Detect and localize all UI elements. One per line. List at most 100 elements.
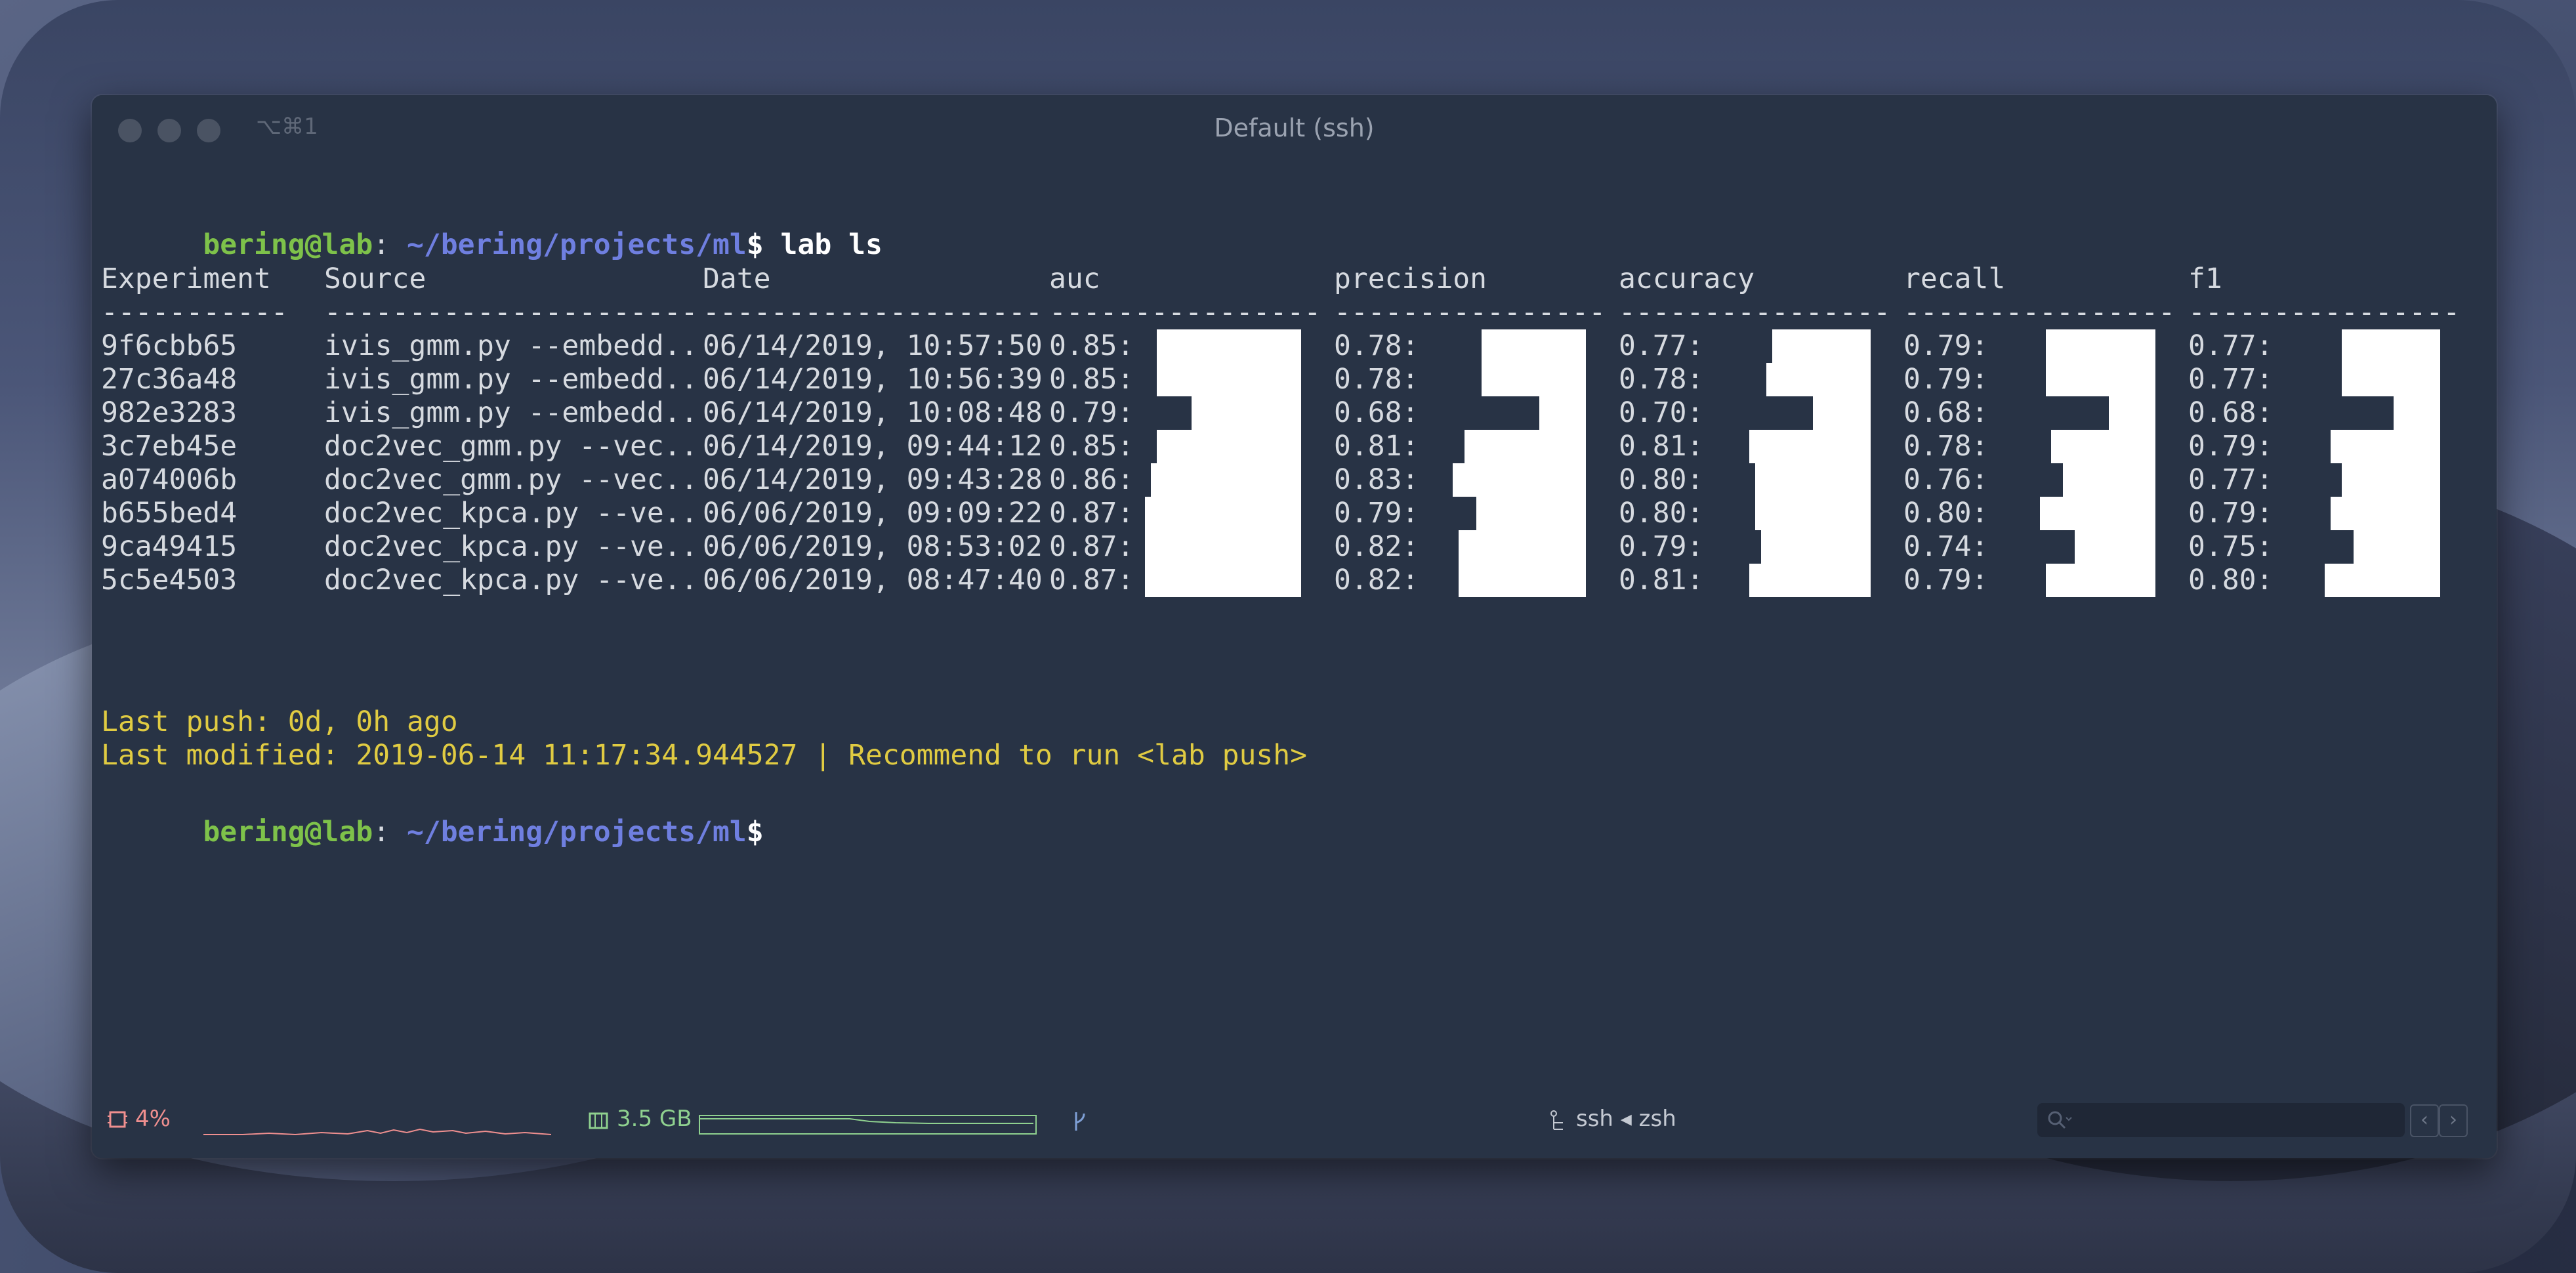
metric-bar-accuracy: [1755, 463, 1871, 497]
search-next-button[interactable]: ›: [2439, 1104, 2468, 1137]
table-cell-experiment: 9f6cbb65: [101, 329, 238, 362]
table-cell-date: 06/14/2019, 10:08:48: [703, 396, 1043, 429]
terminal-content[interactable]: bering@lab: ~/bering/projects/ml$ lab ls…: [101, 169, 2487, 1086]
metric-bar-recall: [2051, 430, 2155, 463]
git-branch-icon: [1075, 1112, 1085, 1131]
table-cell-f1: 0.77:: [2188, 363, 2274, 396]
metric-bar-precision: [1476, 497, 1586, 530]
session-label: ssh ◂ zsh: [1576, 1106, 1676, 1132]
status-bar: 4% 3.5 GB ssh ◂ zsh ‹ ›: [92, 1086, 2497, 1158]
table-cell-auc: 0.85:: [1049, 430, 1134, 463]
metric-bar-f1: [2331, 497, 2440, 530]
metric-bar-precision: [1459, 564, 1586, 597]
prompt-dollar: $: [746, 816, 764, 848]
command-text: lab ls: [763, 228, 883, 261]
column-header: Experiment: [101, 262, 271, 295]
column-header: Source: [324, 262, 426, 295]
search-previous-button[interactable]: ‹: [2410, 1104, 2439, 1137]
table-cell-f1: 0.68:: [2188, 396, 2274, 429]
table-cell-experiment: b655bed4: [101, 497, 238, 530]
metric-bar-auc: [1157, 329, 1301, 363]
column-divider: ----------------: [1334, 296, 1606, 329]
table-cell-date: 06/14/2019, 10:56:39: [703, 363, 1043, 396]
metric-bar-auc: [1192, 396, 1301, 430]
table-cell-recall: 0.79:: [1903, 564, 1989, 596]
metric-bar-recall: [2075, 530, 2155, 564]
metric-bar-precision: [1465, 430, 1586, 463]
table-cell-auc: 0.87:: [1049, 497, 1134, 530]
last-push-text: Last push: 0d, 0h ago: [101, 705, 458, 738]
prompt-path: ~/bering/projects/ml: [407, 228, 747, 261]
table-cell-accuracy: 0.77:: [1619, 329, 1704, 362]
process-tree-icon: [1550, 1110, 1563, 1130]
title-bar[interactable]: ⌥⌘1 Default (ssh): [92, 95, 2497, 167]
metric-bar-precision: [1482, 363, 1586, 396]
metric-bar-auc: [1151, 463, 1301, 497]
table-cell-source: doc2vec_gmm.py --vec..: [324, 463, 698, 496]
table-cell-date: 06/06/2019, 08:47:40: [703, 564, 1043, 596]
table-cell-accuracy: 0.81:: [1619, 564, 1704, 596]
table-cell-recall: 0.79:: [1903, 363, 1989, 396]
table-cell-auc: 0.87:: [1049, 530, 1134, 563]
table-cell-source: ivis_gmm.py --embedd..: [324, 363, 698, 396]
table-cell-source: doc2vec_gmm.py --vec..: [324, 430, 698, 463]
metric-bar-precision: [1539, 396, 1586, 430]
table-cell-accuracy: 0.78:: [1619, 363, 1704, 396]
table-cell-recall: 0.76:: [1903, 463, 1989, 496]
cpu-usage: 4%: [135, 1106, 171, 1132]
column-header: accuracy: [1619, 262, 1755, 295]
table-cell-precision: 0.68:: [1334, 396, 1419, 429]
table-cell-recall: 0.80:: [1903, 497, 1989, 530]
table-cell-experiment: 9ca49415: [101, 530, 238, 563]
prompt-line: bering@lab: ~/bering/projects/ml$: [101, 782, 764, 883]
metric-bar-accuracy: [1813, 396, 1871, 430]
column-divider: ----------------: [2188, 296, 2461, 329]
table-cell-f1: 0.79:: [2188, 430, 2274, 463]
column-divider: ----------------: [1903, 296, 2176, 329]
metric-bar-f1: [2354, 530, 2440, 564]
table-cell-date: 06/06/2019, 09:09:22: [703, 497, 1043, 530]
metric-bar-f1: [2342, 329, 2440, 363]
table-cell-precision: 0.81:: [1334, 430, 1419, 463]
table-cell-auc: 0.79:: [1049, 396, 1134, 429]
table-cell-recall: 0.78:: [1903, 430, 1989, 463]
prompt-separator: :: [373, 816, 407, 848]
table-cell-accuracy: 0.79:: [1619, 530, 1704, 563]
table-cell-precision: 0.82:: [1334, 530, 1419, 563]
window-title: Default (ssh): [1214, 114, 1375, 142]
table-cell-auc: 0.87:: [1049, 564, 1134, 596]
metric-bar-accuracy: [1772, 329, 1871, 363]
table-cell-precision: 0.78:: [1334, 363, 1419, 396]
table-cell-accuracy: 0.81:: [1619, 430, 1704, 463]
metric-bar-f1: [2331, 430, 2440, 463]
metric-bar-auc: [1145, 564, 1301, 597]
table-cell-f1: 0.80:: [2188, 564, 2274, 596]
table-cell-accuracy: 0.80:: [1619, 463, 1704, 496]
column-header: recall: [1903, 262, 2006, 295]
metric-bar-accuracy: [1749, 430, 1871, 463]
prompt-user: bering@lab: [203, 816, 373, 848]
table-cell-source: doc2vec_kpca.py --ve..: [324, 530, 698, 563]
table-cell-auc: 0.85:: [1049, 329, 1134, 362]
table-cell-source: doc2vec_kpca.py --ve..: [324, 497, 698, 530]
prompt-separator: :: [373, 228, 407, 261]
table-cell-source: ivis_gmm.py --embedd..: [324, 396, 698, 429]
last-modified-text: Last modified: 2019-06-14 11:17:34.94452…: [101, 739, 1308, 772]
metric-bar-recall: [2046, 564, 2155, 597]
column-divider: ----------------: [1049, 296, 1321, 329]
metric-bar-precision: [1482, 329, 1586, 363]
column-header: precision: [1334, 262, 1487, 295]
metric-bar-f1: [2325, 564, 2440, 597]
table-cell-experiment: 5c5e4503: [101, 564, 238, 596]
table-cell-source: doc2vec_kpca.py --ve..: [324, 564, 698, 596]
metric-bar-recall: [2046, 329, 2155, 363]
table-cell-date: 06/14/2019, 10:57:50: [703, 329, 1043, 362]
metric-bar-accuracy: [1766, 363, 1871, 396]
memory-graph: [699, 1115, 1037, 1135]
metric-bar-recall: [2046, 363, 2155, 396]
table-cell-experiment: 3c7eb45e: [101, 430, 238, 463]
prompt-path: ~/bering/projects/ml: [407, 816, 747, 848]
search-field[interactable]: [2037, 1103, 2405, 1137]
table-cell-precision: 0.78:: [1334, 329, 1419, 362]
table-cell-accuracy: 0.80:: [1619, 497, 1704, 530]
